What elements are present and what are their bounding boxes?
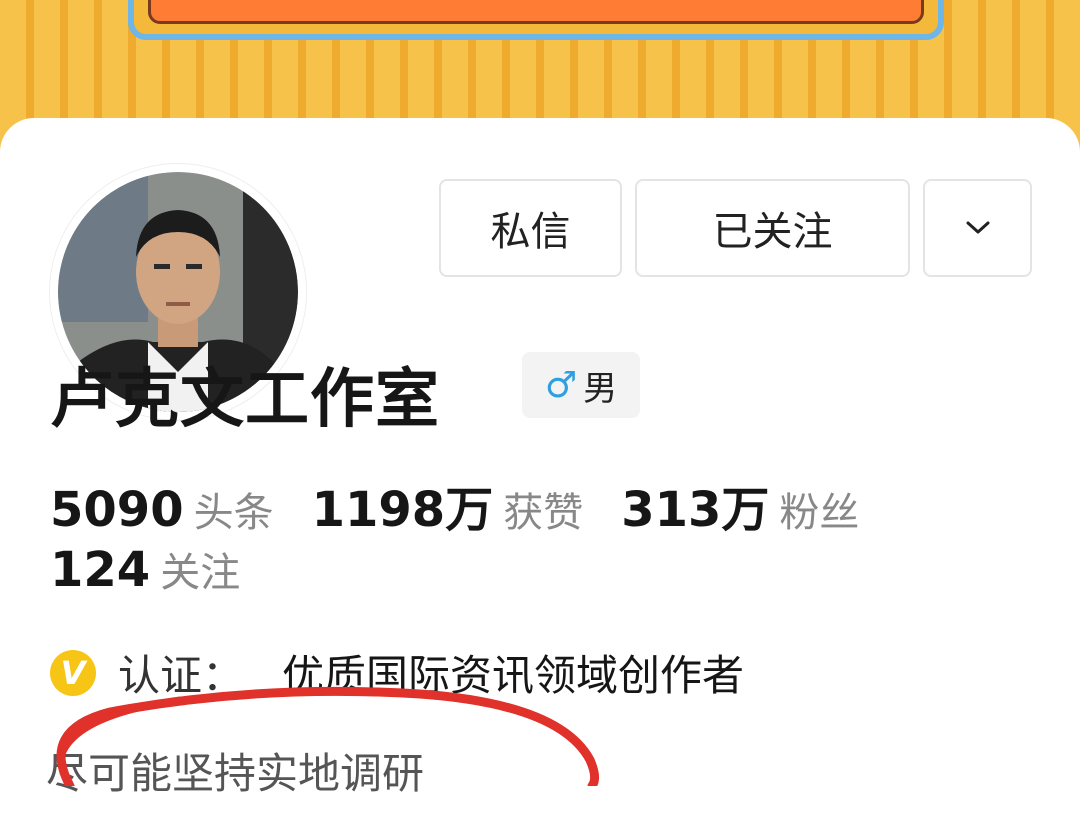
stat-posts-value: 5090	[50, 482, 184, 538]
chevron-down-icon	[966, 221, 989, 234]
stat-fans[interactable]: 313万 粉丝	[621, 470, 859, 540]
profile-card: 私信 已关注 卢克文工作室 ♂ 男 5090 头条 1198万 获赞 313万 …	[0, 118, 1080, 818]
male-icon: ♂	[544, 364, 578, 406]
verified-badge-icon: V	[50, 649, 96, 696]
gender-badge: ♂ 男	[522, 352, 640, 418]
banner-frame	[128, 0, 944, 40]
banner-button[interactable]	[148, 0, 924, 24]
follow-button-label: 已关注	[712, 209, 833, 255]
stat-following[interactable]: 124 关注	[50, 540, 240, 598]
stat-posts[interactable]: 5090 头条	[50, 480, 274, 538]
stat-posts-label: 头条	[193, 490, 274, 536]
verification-label: 认证：	[118, 651, 245, 700]
stat-fans-value: 313万	[621, 482, 770, 538]
more-button[interactable]	[923, 179, 1032, 277]
stat-following-label: 关注	[160, 550, 241, 596]
stat-fans-label: 粉丝	[779, 490, 860, 536]
gender-label: 男	[583, 368, 618, 409]
stats: 5090 头条 1198万 获赞 313万 粉丝 124 关注	[50, 470, 1050, 604]
verification-value: 优质国际资讯领域创作者	[282, 651, 745, 700]
stat-likes-value: 1198万	[311, 482, 494, 538]
profile-name: 卢克文工作室	[50, 363, 440, 437]
stat-likes-label: 获赞	[503, 490, 584, 536]
message-button[interactable]: 私信	[439, 179, 622, 277]
profile-bio: 尽可能坚持实地调研	[46, 749, 425, 798]
follow-button[interactable]: 已关注	[635, 179, 910, 277]
message-button-label: 私信	[490, 209, 571, 255]
stat-following-value: 124	[50, 542, 151, 598]
stat-likes[interactable]: 1198万 获赞	[312, 470, 584, 540]
verification: V 认证： 优质国际资讯领域创作者	[50, 642, 744, 703]
